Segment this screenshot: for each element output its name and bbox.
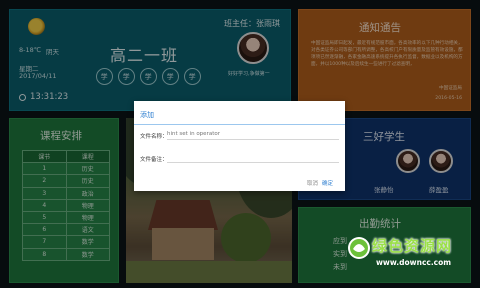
cancel-button[interactable]: 取消 [307,179,318,187]
dialog-title: 添加 [140,111,154,119]
watermark-text: 绿色资源网 [372,237,453,255]
watermark-url: www.downcc.com [376,258,452,267]
file-name-label: 文件名称： [140,134,168,140]
file-note-input[interactable] [167,152,339,163]
add-dialog: 添加 文件名称： 文件备注： 取消 确定 [134,101,345,191]
confirm-button[interactable]: 确定 [322,179,333,187]
dialog-divider [134,124,345,125]
file-name-input[interactable] [167,129,339,140]
file-note-label: 文件备注： [140,157,168,163]
